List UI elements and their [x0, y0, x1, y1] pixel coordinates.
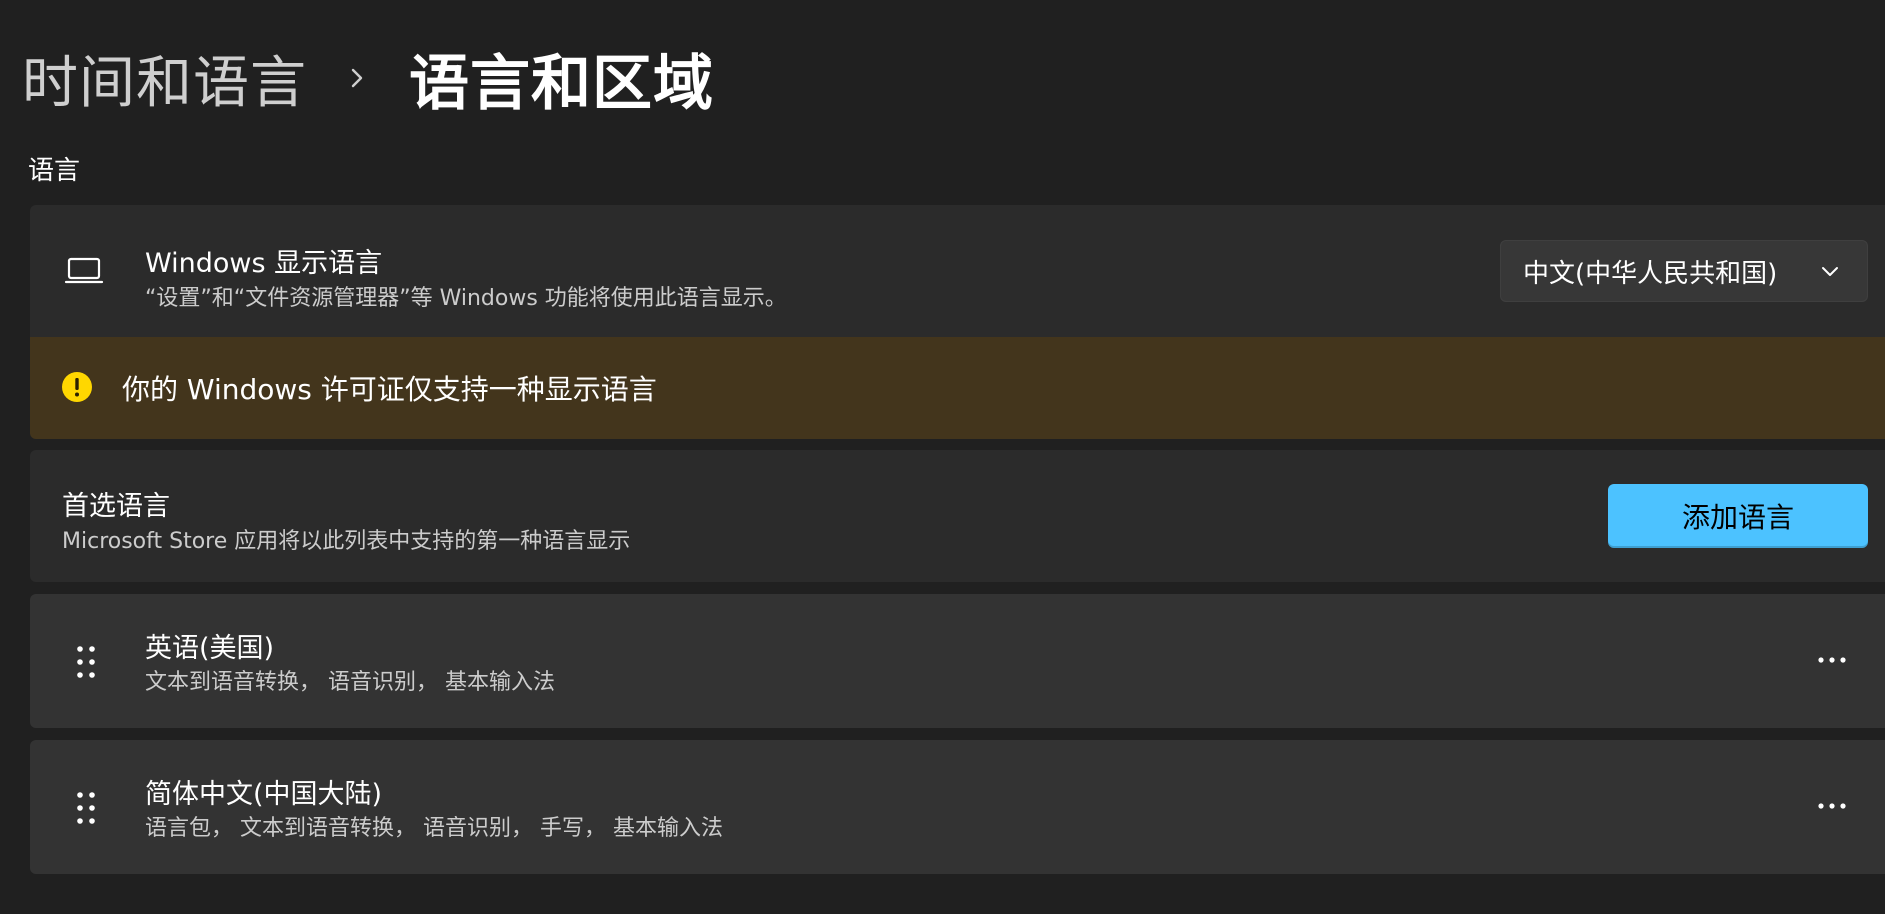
drag-handle-icon[interactable] [74, 644, 98, 680]
display-language-description: “设置”和“文件资源管理器”等 Windows 功能将使用此语言显示。 [145, 286, 787, 311]
page-title: 语言和区域 [409, 48, 714, 119]
laptop-icon [64, 253, 104, 289]
language-features: 语言包， 文本到语音转换， 语音识别， 手写， 基本输入法 [145, 816, 723, 841]
breadcrumb-parent-link[interactable]: 时间和语言 [22, 38, 307, 119]
warning-icon [61, 371, 93, 403]
language-list-item[interactable]: 英语(美国) 文本到语音转换， 语音识别， 基本输入法 [30, 594, 1885, 728]
drag-handle-icon[interactable] [74, 790, 98, 826]
warning-message: 你的 Windows 许可证仅支持一种显示语言 [122, 373, 657, 406]
license-warning-bar: 你的 Windows 许可证仅支持一种显示语言 [30, 337, 1885, 439]
settings-page: 时间和语言 语言和区域 语言 Windows 显示语言 “设置”和“文件资源管理… [0, 0, 1885, 914]
breadcrumb: 时间和语言 语言和区域 [22, 38, 714, 119]
section-title-language: 语言 [28, 156, 81, 186]
preferred-languages-card: 首选语言 Microsoft Store 应用将以此列表中支持的第一种语言显示 … [30, 450, 1885, 582]
more-options-icon[interactable] [1814, 644, 1850, 676]
display-language-card: Windows 显示语言 “设置”和“文件资源管理器”等 Windows 功能将… [30, 205, 1885, 337]
more-options-icon[interactable] [1814, 790, 1850, 822]
dropdown-selected-value: 中文(中华人民共和国) [1523, 258, 1778, 289]
chevron-down-icon [1819, 260, 1841, 282]
language-name: 简体中文(中国大陆) [145, 779, 383, 810]
display-language-dropdown[interactable]: 中文(中华人民共和国) [1500, 240, 1868, 302]
display-language-title: Windows 显示语言 [145, 248, 383, 279]
add-language-button[interactable]: 添加语言 [1608, 484, 1868, 548]
language-name: 英语(美国) [145, 633, 275, 664]
language-list-item[interactable]: 简体中文(中国大陆) 语言包， 文本到语音转换， 语音识别， 手写， 基本输入法 [30, 740, 1885, 874]
preferred-languages-title: 首选语言 [62, 491, 170, 522]
language-features: 文本到语音转换， 语音识别， 基本输入法 [145, 670, 555, 695]
chevron-right-icon [343, 64, 371, 92]
preferred-languages-description: Microsoft Store 应用将以此列表中支持的第一种语言显示 [62, 529, 631, 554]
